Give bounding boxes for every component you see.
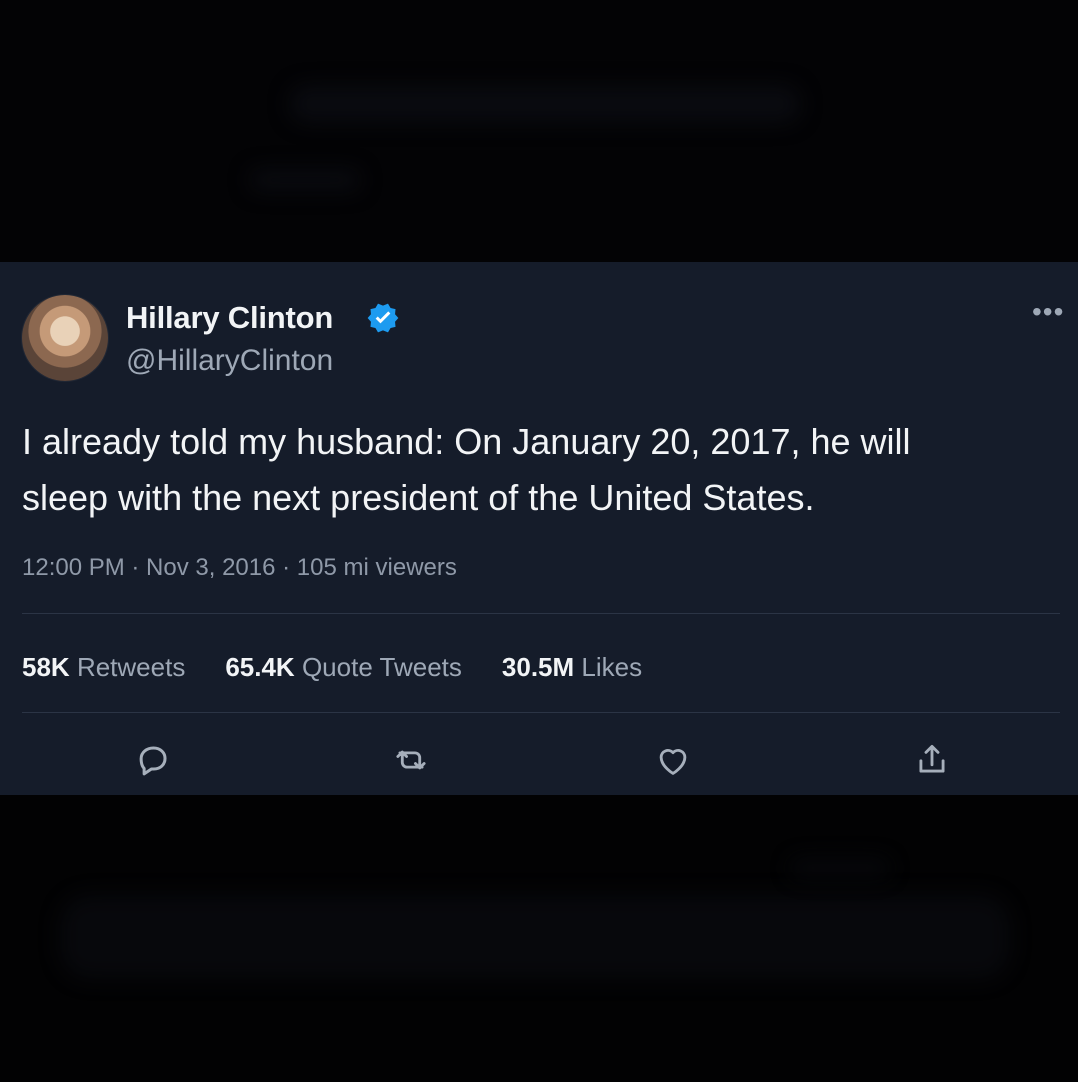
- blurred-background-top: [0, 0, 1078, 262]
- reply-button[interactable]: [131, 738, 175, 782]
- likes-count: 30.5M: [501, 652, 575, 682]
- reply-icon: [139, 746, 167, 776]
- likes-label: Likes: [581, 652, 643, 682]
- like-button[interactable]: [651, 738, 695, 782]
- quotes-label: Quote Tweets: [301, 652, 462, 682]
- avatar[interactable]: [22, 295, 108, 381]
- tweet-card: [0, 262, 1078, 795]
- blurred-bottom-shape: [60, 895, 1010, 979]
- retweets-label: Retweets: [76, 652, 186, 682]
- tweet-text-line2: sleep with the next president of the Uni…: [22, 477, 815, 518]
- share-icon: [919, 744, 945, 773]
- divider: [22, 613, 1060, 614]
- likes-stat[interactable]: 30.5M Likes: [502, 652, 642, 683]
- heart-icon: [659, 749, 687, 775]
- retweets-stat[interactable]: 58K Retweets: [22, 652, 185, 683]
- author-handle[interactable]: @HillaryClinton: [126, 344, 333, 378]
- retweet-button[interactable]: [389, 738, 433, 782]
- tweet-stats: 58K Retweets 65.4K Quote Tweets 30.5M Li…: [22, 652, 642, 683]
- verified-icon: [367, 303, 399, 333]
- blurred-top-shape: [290, 86, 800, 122]
- share-button[interactable]: [910, 738, 954, 782]
- blurred-top-shape: [250, 170, 360, 190]
- retweets-count: 58K: [22, 652, 70, 682]
- more-icon[interactable]: •••: [1032, 296, 1064, 328]
- tweet-metadata: 12:00 PM · Nov 3, 2016 · 105 mi viewers: [22, 554, 457, 581]
- quotes-count: 65.4K: [225, 652, 295, 682]
- quotes-stat[interactable]: 65.4K Quote Tweets: [225, 652, 462, 683]
- tweet-text-line1: I already told my husband: On January 20…: [22, 421, 911, 462]
- divider: [22, 712, 1060, 713]
- blurred-bottom-shape: [790, 858, 890, 878]
- tweet-text: I already told my husband: On January 20…: [22, 414, 1062, 526]
- author-name[interactable]: Hillary Clinton: [126, 300, 333, 336]
- retweet-icon: [396, 750, 426, 770]
